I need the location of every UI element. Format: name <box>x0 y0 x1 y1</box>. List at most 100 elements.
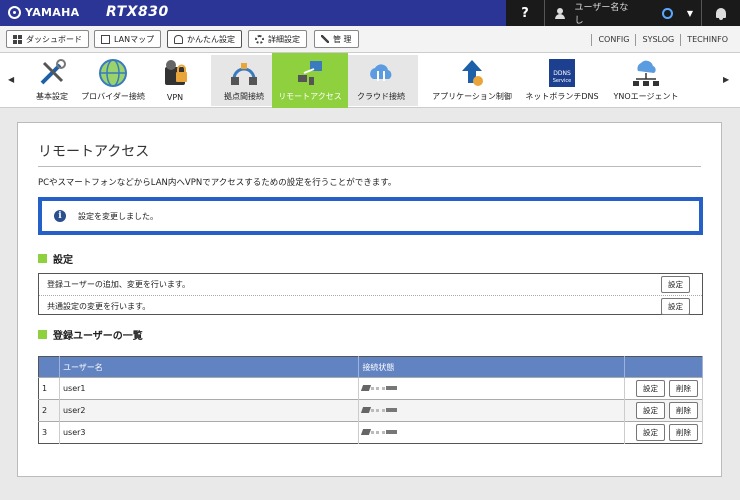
scroll-right-icon[interactable]: ▶ <box>723 75 729 84</box>
dashboard-icon <box>13 34 22 44</box>
row-username: user2 <box>59 399 360 422</box>
menu-item-vpn[interactable]: VPN <box>153 53 197 108</box>
menu-item-netvolante-dns[interactable]: DDNS Service ネットボランチDNS <box>522 53 602 108</box>
dashboard-label: ダッシュボード <box>26 34 82 44</box>
globe-icon <box>99 59 127 87</box>
brand-logo: YAMAHA <box>8 6 79 19</box>
settings-row-text: 共通設定の変更を行います。 <box>47 301 151 311</box>
config-link[interactable]: CONFIG <box>592 35 635 44</box>
row-actions: 設定 削除 <box>624 377 703 400</box>
common-settings-button[interactable]: 設定 <box>661 297 690 315</box>
chevron-down-icon: ▼ <box>686 8 693 18</box>
menu-label: ネットボランチDNS <box>525 92 599 101</box>
settings-row-common: 共通設定の変更を行います。 設定 <box>39 295 702 316</box>
yno-agent-icon <box>633 60 659 86</box>
hand-icon <box>174 34 183 44</box>
menu-item-yno-agent[interactable]: YNOエージェント <box>608 53 684 108</box>
content-panel: リモートアクセス PCやスマートフォンなどからLAN内へVPNでアクセスするため… <box>17 122 722 477</box>
menu-label: YNOエージェント <box>613 92 679 101</box>
menu-label: リモートアクセス <box>278 92 342 101</box>
cloud-icon <box>370 64 392 81</box>
row-status <box>358 421 625 444</box>
table-header-row: ユーザー名 接続状態 <box>38 356 703 378</box>
edit-user-button[interactable]: 設定 <box>636 402 665 419</box>
vpn-lock-icon <box>165 60 187 85</box>
disconnected-icon <box>361 385 398 391</box>
ddns-text: DDNS <box>553 70 571 77</box>
delete-user-button[interactable]: 削除 <box>669 424 698 441</box>
column-header-actions <box>624 356 703 378</box>
ddns-service-text: Service <box>553 78 571 84</box>
page-description: PCやスマートフォンなどからLAN内へVPNでアクセスするための設定を行うことが… <box>38 178 397 188</box>
section-marker-icon <box>38 254 47 263</box>
help-button[interactable]: ? <box>506 6 544 21</box>
row-number: 2 <box>38 399 60 422</box>
delete-user-button[interactable]: 削除 <box>669 402 698 419</box>
delete-user-button[interactable]: 削除 <box>669 380 698 397</box>
info-icon: i <box>54 210 66 222</box>
header-controls: ? ユーザー名なし ▼ <box>506 0 740 26</box>
edit-user-button[interactable]: 設定 <box>636 424 665 441</box>
menu-label: プロバイダー接続 <box>81 92 145 101</box>
syslog-link[interactable]: SYSLOG <box>636 35 680 44</box>
users-table: ユーザー名 接続状態 1 user1 設定 削除 2 user2 設定 削除 3 u… <box>38 356 703 444</box>
menu-item-remote-access[interactable]: リモートアクセス <box>272 53 348 108</box>
row-actions: 設定 削除 <box>624 421 703 444</box>
setup-menu: ◀ ▶ 基本設定 プロバイダー接続 VPN 拠点間接続 リモートアクセス クラウ… <box>0 53 740 108</box>
lan-map-label: LANマップ <box>114 34 155 44</box>
menu-label: VPN <box>166 93 184 102</box>
site-to-site-icon <box>231 63 257 85</box>
model-name: RTX830 <box>106 4 169 20</box>
menu-item-site-to-site[interactable]: 拠点間接続 <box>219 53 269 108</box>
user-menu[interactable]: ユーザー名なし ▼ <box>545 0 701 26</box>
row-actions: 設定 削除 <box>624 399 703 422</box>
notice-banner: i 設定を変更しました。 <box>38 197 703 235</box>
toolbar-links: CONFIG SYSLOG TECHINFO <box>591 26 734 53</box>
user-settings-button[interactable]: 設定 <box>661 276 690 293</box>
edit-user-button[interactable]: 設定 <box>636 380 665 397</box>
row-status <box>358 399 625 422</box>
disconnected-icon <box>361 429 398 435</box>
lan-map-button[interactable]: LANマップ <box>94 30 162 48</box>
advanced-settings-button[interactable]: 詳細設定 <box>248 30 307 48</box>
menu-item-app-control[interactable]: アプリケーション制御 <box>426 53 518 108</box>
title-divider <box>38 166 701 167</box>
techinfo-link[interactable]: TECHINFO <box>681 35 734 44</box>
column-header-no <box>38 356 60 378</box>
column-header-status: 接続状態 <box>358 356 625 378</box>
management-button[interactable]: 管 理 <box>314 30 359 48</box>
row-number: 3 <box>38 421 60 444</box>
notice-message: 設定を変更しました。 <box>78 211 158 221</box>
yamaha-mark-icon <box>8 6 21 19</box>
status-ring-icon <box>662 7 673 19</box>
table-row: 1 user1 設定 削除 <box>38 377 703 400</box>
user-name: ユーザー名なし <box>574 3 629 26</box>
disconnected-icon <box>361 407 398 413</box>
toolbar: ダッシュボード LANマップ かんたん設定 詳細設定 管 理 CONFIG SY… <box>0 26 740 53</box>
easy-setup-button[interactable]: かんたん設定 <box>167 30 242 48</box>
row-number: 1 <box>38 377 60 400</box>
menu-item-cloud[interactable]: クラウド接続 <box>350 53 412 108</box>
tools-icon <box>40 59 66 85</box>
advanced-settings-label: 詳細設定 <box>268 34 300 44</box>
notification-button[interactable] <box>702 8 740 20</box>
row-status <box>358 377 625 400</box>
page-title: リモートアクセス <box>38 144 150 160</box>
easy-setup-label: かんたん設定 <box>187 34 235 44</box>
menu-label: アプリケーション制御 <box>432 92 512 101</box>
top-header: YAMAHA RTX830 ? ユーザー名なし ▼ <box>0 0 740 26</box>
table-row: 3 user3 設定 削除 <box>38 421 703 444</box>
brand-name: YAMAHA <box>25 6 80 19</box>
app-control-icon <box>462 60 483 86</box>
user-icon <box>555 7 565 19</box>
settings-box: 登録ユーザーの追加、変更を行います。 設定 共通設定の変更を行います。 設定 <box>38 273 703 315</box>
wrench-icon <box>321 35 329 43</box>
menu-label: 拠点間接続 <box>224 92 264 101</box>
scroll-left-icon[interactable]: ◀ <box>8 75 14 84</box>
settings-row-text: 登録ユーザーの追加、変更を行います。 <box>47 280 191 289</box>
menu-item-provider[interactable]: プロバイダー接続 <box>77 53 149 108</box>
users-heading-text: 登録ユーザーの一覧 <box>53 331 143 342</box>
ddns-icon: DDNS Service <box>549 59 575 87</box>
dashboard-button[interactable]: ダッシュボード <box>6 30 89 48</box>
menu-item-basic[interactable]: 基本設定 <box>27 53 77 108</box>
